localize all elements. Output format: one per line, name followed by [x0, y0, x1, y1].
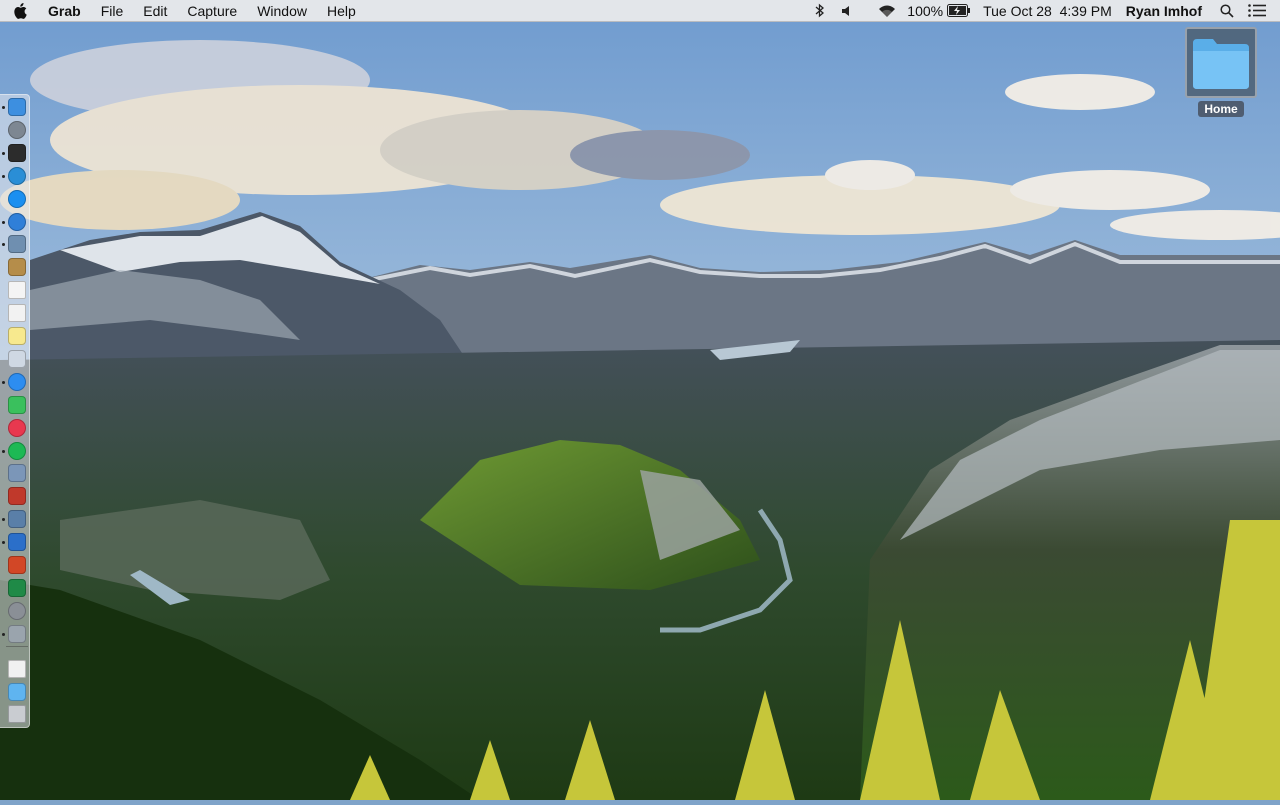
preview-icon[interactable] [8, 235, 26, 254]
facetime-icon[interactable] [8, 395, 26, 414]
notebook-icon[interactable] [8, 258, 26, 277]
menu-capture[interactable]: Capture [177, 0, 247, 22]
menu-bar: Grab File Edit Capture Window Help 100% … [0, 0, 1280, 22]
mountain-landscape-image [0, 0, 1280, 800]
photos-icon[interactable] [8, 510, 26, 529]
browser-icon[interactable] [8, 166, 26, 185]
menu-edit[interactable]: Edit [133, 0, 177, 22]
running-indicator [2, 632, 5, 636]
volume-icon[interactable] [841, 0, 853, 22]
running-indicator [2, 174, 5, 178]
apple-menu-icon[interactable] [0, 0, 40, 22]
itunes-icon[interactable] [8, 418, 26, 437]
system-preferences-icon[interactable] [8, 601, 26, 620]
dock [0, 94, 30, 728]
running-indicator [2, 449, 5, 453]
downloads-folder-icon[interactable] [8, 682, 26, 701]
spotify-icon[interactable] [8, 441, 26, 460]
running-indicator [2, 518, 5, 522]
menu-file[interactable]: File [91, 0, 134, 22]
trash-icon[interactable] [8, 705, 26, 724]
selection-highlight [1185, 27, 1257, 98]
messages-icon[interactable] [8, 372, 26, 391]
notes-icon[interactable] [8, 327, 26, 345]
running-indicator [2, 380, 5, 384]
desktop-item-label: Home [1198, 101, 1244, 117]
app-menu-grab[interactable]: Grab [40, 0, 91, 22]
excel-icon[interactable] [8, 578, 26, 597]
desktop-item-home[interactable]: Home [1185, 27, 1257, 119]
word-icon[interactable] [8, 533, 26, 552]
textedit-icon[interactable] [8, 304, 26, 323]
activity-monitor-icon[interactable] [8, 143, 26, 162]
menu-window[interactable]: Window [247, 0, 317, 22]
grab-icon[interactable] [8, 624, 26, 643]
documents-stack-icon[interactable] [8, 659, 26, 678]
running-indicator [2, 220, 5, 224]
launchpad-icon[interactable] [8, 120, 26, 139]
running-indicator [2, 541, 5, 545]
menu-help[interactable]: Help [317, 0, 366, 22]
image-capture-icon[interactable] [8, 464, 26, 483]
clock-datetime[interactable]: Tue Oct 28 4:39 PM [983, 0, 1112, 22]
desktop-wallpaper [0, 0, 1280, 800]
battery-percent[interactable]: 100% [907, 0, 943, 22]
script-editor-icon[interactable] [8, 349, 26, 368]
running-indicator [2, 151, 5, 155]
dock-separator [6, 645, 28, 647]
battery-charging-icon[interactable] [947, 0, 971, 22]
fast-user-switching-name[interactable]: Ryan Imhof [1126, 0, 1202, 22]
notification-center-icon[interactable] [1248, 0, 1266, 22]
photo-booth-icon[interactable] [8, 487, 26, 506]
calendar-icon[interactable] [8, 281, 26, 300]
wifi-icon[interactable] [877, 0, 897, 22]
safari-icon[interactable] [8, 212, 26, 231]
folder-icon [1193, 39, 1249, 89]
finder-icon[interactable] [8, 98, 26, 116]
spotlight-search-icon[interactable] [1220, 0, 1234, 22]
powerpoint-icon[interactable] [8, 556, 26, 574]
running-indicator [2, 106, 5, 109]
running-indicator [2, 243, 5, 247]
bluetooth-icon[interactable] [815, 0, 825, 22]
app-store-icon[interactable] [8, 189, 26, 208]
